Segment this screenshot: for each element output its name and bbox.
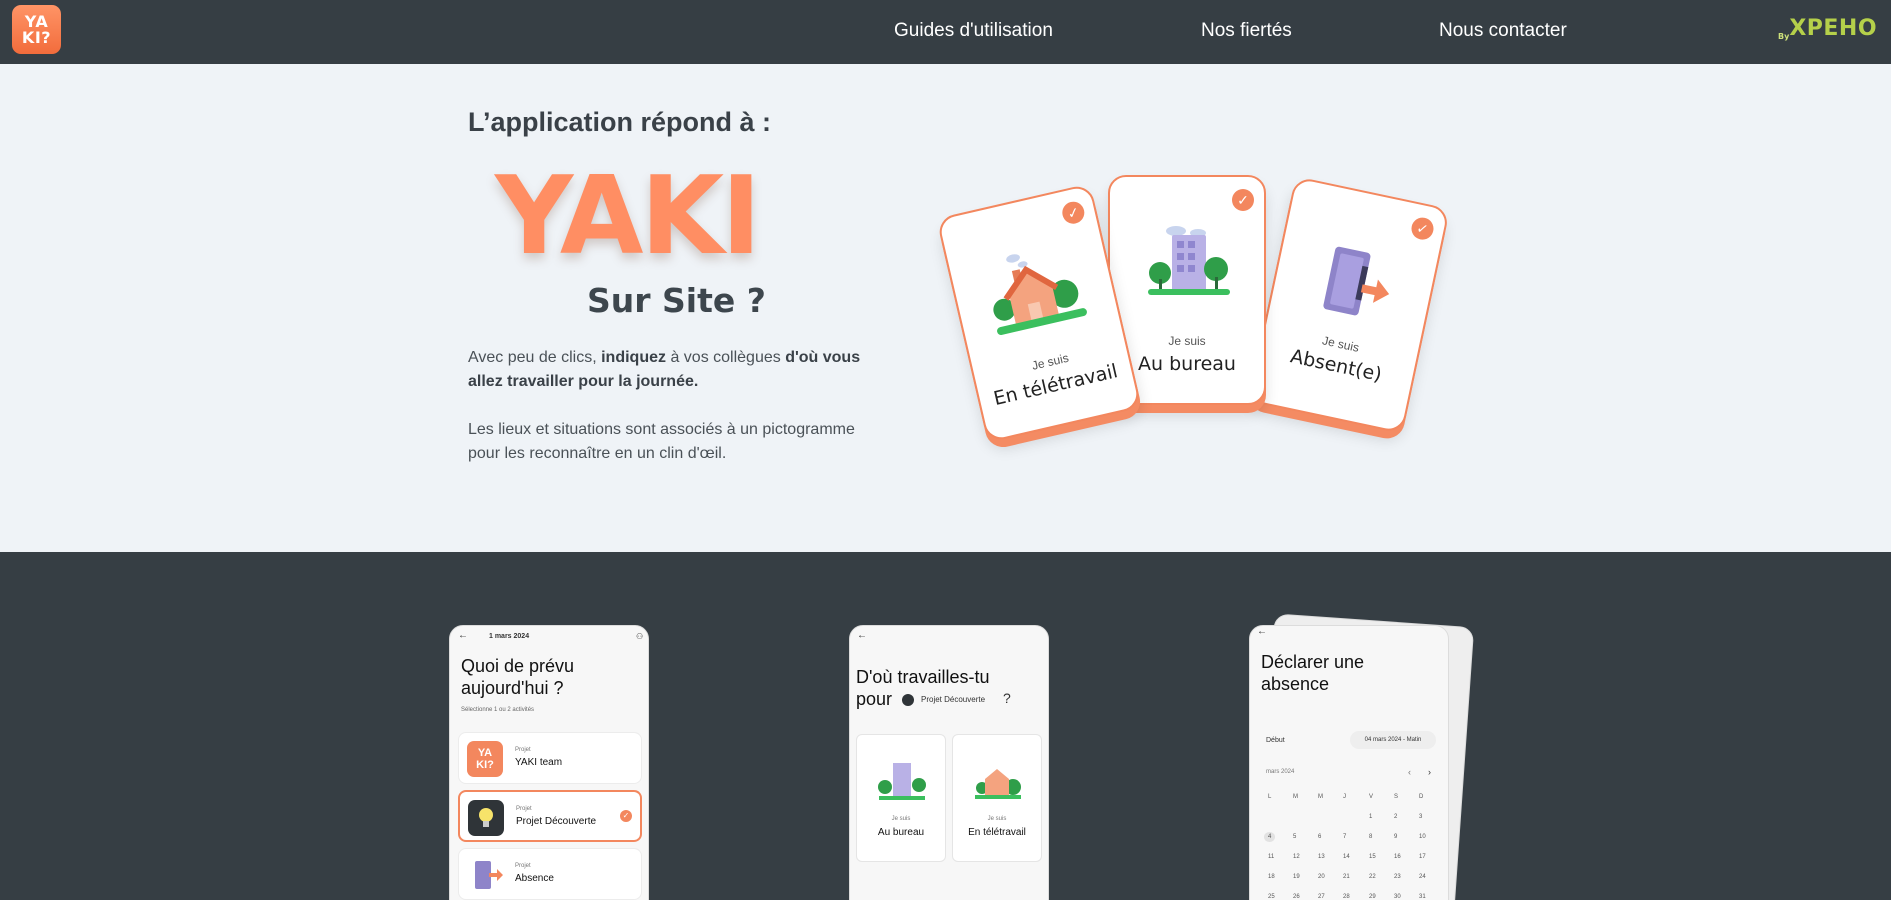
office-building-icon (878, 763, 926, 800)
user-icon[interactable]: ⚇ (636, 632, 643, 641)
weekday-label: S (1394, 794, 1399, 800)
calendar-day[interactable]: 27 (1318, 894, 1325, 900)
brand-by: By (1778, 32, 1790, 41)
yaki-wordmark: YAKI (495, 154, 761, 279)
phone-location: ← D'où travailles-tu pour Projet Découver… (849, 625, 1049, 900)
nav-contact-link[interactable]: Nous contacter (1439, 20, 1567, 42)
card-absent: ✓ Je suis Absent(e) (1247, 176, 1451, 434)
phone-activities: ← 1 mars 2024 ⚇ Quoi de prévu aujourd'hui… (449, 625, 649, 900)
door-exit-icon (1323, 246, 1390, 316)
yaki-app-icon: YA KI? (467, 741, 503, 777)
calendar-day[interactable]: 13 (1318, 854, 1325, 860)
calendar-day[interactable]: 29 (1369, 894, 1376, 900)
nav-fiertes-link[interactable]: Nos fiertés (1201, 20, 1292, 42)
chevron-left-icon[interactable]: ‹ (1408, 767, 1411, 777)
calendar-day[interactable]: 16 (1394, 854, 1401, 860)
calendar-day[interactable]: 31 (1419, 894, 1426, 900)
intro-paragraph-1: Avec peu de clics, indiquez à vos collèg… (468, 349, 861, 390)
calendar-day[interactable]: 2 (1394, 814, 1397, 820)
xpeho-brand-logo[interactable]: ByXPEHO (1778, 16, 1877, 41)
start-label: Début (1266, 737, 1285, 744)
phone3-title: Déclarer une absence (1261, 652, 1365, 694)
option-bureau[interactable]: Je suis Au bureau (856, 734, 946, 862)
calendar-day[interactable]: 9 (1394, 834, 1397, 840)
phone1-date: 1 mars 2024 (489, 633, 530, 640)
calendar-day[interactable]: 20 (1318, 874, 1325, 880)
card-bureau-je: Je suis (1168, 334, 1206, 348)
month-label[interactable]: mars 2024 (1266, 769, 1294, 775)
back-arrow-icon[interactable]: ← (857, 630, 867, 641)
phone-absence: ← Déclarer une absence Début 04 mars 2024… (1249, 625, 1449, 900)
office-building-icon (1148, 226, 1230, 295)
activity-item-yaki[interactable]: YA KI? Projet YAKI team (458, 732, 642, 784)
calendar-day[interactable]: 12 (1293, 854, 1300, 860)
weekday-label: D (1419, 794, 1424, 800)
intro-paragraph-2: Les lieux et situations sont associés à … (468, 421, 855, 462)
calendar-day[interactable]: 23 (1394, 874, 1401, 880)
intro-title: L’application répond à : (468, 107, 772, 137)
calendar-day[interactable]: 15 (1369, 854, 1376, 860)
project-dot-icon (902, 694, 914, 706)
brand-name: XPEHO (1789, 16, 1878, 41)
calendar-day[interactable]: 24 (1419, 874, 1426, 880)
option-teletravail[interactable]: Je suis En télétravail (952, 734, 1042, 862)
calendar-day[interactable]: 14 (1343, 854, 1350, 860)
check-icon: ✓ (620, 810, 632, 822)
calendar-day[interactable]: 25 (1268, 894, 1275, 900)
weekday-label: L (1268, 794, 1272, 800)
back-arrow-icon[interactable]: ← (458, 630, 468, 641)
check-icon: ✓ (1409, 215, 1436, 242)
house-icon (975, 769, 1021, 799)
activity-item-decouverte[interactable]: Projet Projet Découverte ✓ (458, 790, 642, 842)
lightbulb-icon (468, 800, 504, 836)
weekday-label: M (1293, 794, 1298, 800)
phone2-project: Projet Découverte (921, 695, 986, 704)
logo-line2: KI? (21, 27, 52, 47)
calendar-day[interactable]: 5 (1293, 834, 1296, 840)
weekday-label: M (1318, 794, 1323, 800)
calendar-day[interactable]: 1 (1369, 814, 1372, 820)
calendar-day[interactable]: 6 (1318, 834, 1321, 840)
calendar-day[interactable]: 4 (1264, 832, 1276, 842)
weekday-label: J (1343, 794, 1346, 800)
calendar-day[interactable]: 18 (1268, 874, 1275, 880)
chevron-right-icon[interactable]: › (1428, 767, 1431, 777)
calendar-day[interactable]: 21 (1343, 874, 1350, 880)
phone2-q: ? (1003, 690, 1011, 706)
back-arrow-icon[interactable]: ← (1257, 626, 1267, 637)
calendar-day[interactable]: 3 (1419, 814, 1422, 820)
nav-guides-link[interactable]: Guides d'utilisation (894, 20, 1053, 42)
start-date-chip[interactable]: 04 mars 2024 - Matin (1350, 731, 1436, 749)
weekday-label: V (1369, 794, 1374, 800)
calendar-day[interactable]: 30 (1394, 894, 1401, 900)
yaki-logo[interactable]: YA KI? (12, 5, 61, 54)
top-navbar: YA KI? Guides d'utilisation Nos fiertés … (0, 0, 1891, 64)
house-icon (993, 254, 1087, 335)
calendar-day[interactable]: 17 (1419, 854, 1426, 860)
door-exit-icon (467, 857, 503, 893)
calendar-day[interactable]: 26 (1293, 894, 1300, 900)
calendar-day[interactable]: 28 (1343, 894, 1350, 900)
calendar-day[interactable]: 8 (1369, 834, 1372, 840)
phone1-subtitle: Sélectionne 1 ou 2 activités (461, 707, 535, 713)
activity-item-absence[interactable]: Projet Absence (458, 848, 642, 900)
calendar-day[interactable]: 19 (1293, 874, 1300, 880)
calendar-day[interactable]: 11 (1268, 854, 1274, 860)
check-icon: ✓ (1060, 199, 1087, 226)
calendar-day[interactable]: 10 (1419, 834, 1426, 840)
check-icon: ✓ (1232, 189, 1254, 211)
calendar-day[interactable]: 22 (1369, 874, 1376, 880)
calendar-day[interactable]: 7 (1343, 834, 1346, 840)
sur-site-subtitle: Sur Site ? (587, 281, 766, 320)
phone1-title: Quoi de prévu aujourd'hui ? (461, 656, 575, 698)
